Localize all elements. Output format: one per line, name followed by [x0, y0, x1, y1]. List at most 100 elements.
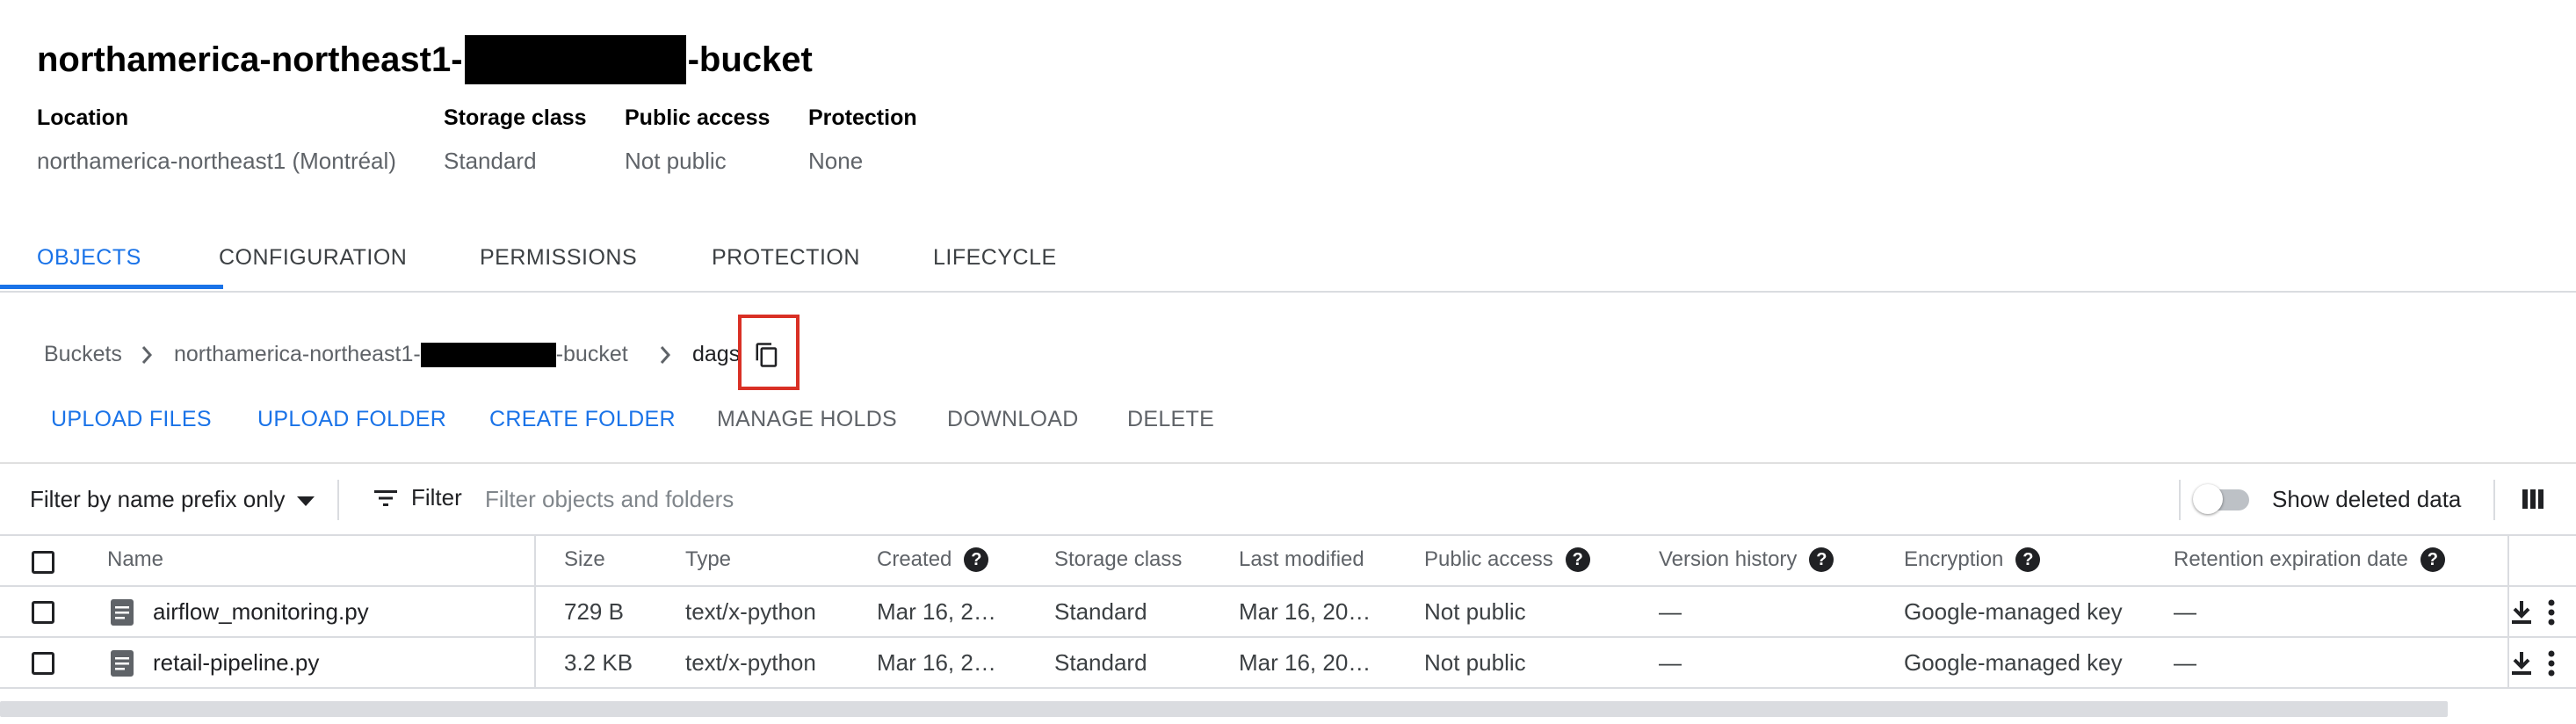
dropdown-arrow-icon	[297, 496, 315, 506]
storage-class-label: Storage class	[444, 105, 587, 130]
header-created[interactable]: Created ?	[877, 547, 989, 572]
actions-divider	[0, 462, 2576, 464]
file-icon	[111, 599, 134, 626]
bucket-title-prefix: northamerica-northeast1-	[37, 40, 463, 79]
filter-input[interactable]	[485, 482, 2154, 516]
header-storage-class[interactable]: Storage class	[1054, 547, 1182, 572]
breadcrumb-buckets[interactable]: Buckets	[44, 342, 122, 367]
select-all-checkbox[interactable]	[32, 551, 54, 574]
download-icon[interactable]	[2509, 650, 2534, 677]
name-column-divider	[534, 536, 536, 687]
row-divider	[0, 636, 2576, 638]
bucket-title-suffix: -bucket	[687, 40, 813, 79]
object-last-modified: Mar 16, 20…	[1239, 649, 1371, 676]
header-encryption[interactable]: Encryption ?	[1904, 547, 2041, 572]
filter-icon	[374, 489, 397, 506]
active-tab-indicator	[0, 285, 223, 289]
tab-objects[interactable]: OBJECTS	[37, 245, 141, 271]
object-created: Mar 16, 2…	[877, 649, 996, 676]
download-icon[interactable]	[2509, 599, 2534, 626]
header-version-history-label: Version history	[1659, 547, 1798, 571]
header-public-access-label: Public access	[1424, 547, 1553, 571]
protection-label: Protection	[808, 105, 917, 130]
tab-configuration[interactable]: CONFIGURATION	[219, 245, 407, 271]
more-options-icon[interactable]	[2546, 650, 2557, 677]
header-retention-label: Retention expiration date	[2174, 547, 2408, 571]
toggle-divider	[2179, 480, 2181, 520]
breadcrumb-bucket-prefix: northamerica-northeast1-	[174, 342, 421, 366]
object-size: 3.2 KB	[564, 649, 633, 676]
row-checkbox[interactable]	[32, 652, 54, 675]
breadcrumb-bucket-suffix: -bucket	[555, 342, 628, 366]
filter-mode-dropdown[interactable]: Filter by name prefix only	[30, 486, 315, 513]
object-storage-class: Standard	[1054, 598, 1147, 625]
help-icon[interactable]: ?	[1565, 547, 1590, 572]
header-public-access[interactable]: Public access ?	[1424, 547, 1590, 572]
breadcrumb-bucket[interactable]: northamerica-northeast1- -bucket	[174, 342, 628, 367]
upload-files-button[interactable]: UPLOAD FILES	[51, 407, 212, 432]
filter-divider	[337, 480, 339, 520]
show-deleted-label: Show deleted data	[2272, 486, 2462, 512]
manage-holds-button[interactable]: MANAGE HOLDS	[717, 407, 897, 432]
public-access-value: Not public	[625, 148, 727, 174]
header-created-label: Created	[877, 547, 952, 571]
header-size[interactable]: Size	[564, 547, 605, 572]
header-last-modified[interactable]: Last modified	[1239, 547, 1364, 572]
protection-value: None	[808, 148, 864, 174]
header-name[interactable]: Name	[107, 547, 163, 572]
show-deleted-toggle[interactable]	[2193, 484, 2251, 514]
help-icon[interactable]: ?	[2015, 547, 2041, 572]
upload-folder-button[interactable]: UPLOAD FOLDER	[257, 407, 446, 432]
header-version-history[interactable]: Version history ?	[1659, 547, 1834, 572]
object-public-access: Not public	[1424, 598, 1526, 625]
object-created: Mar 16, 2…	[877, 598, 996, 625]
object-name-link[interactable]: airflow_monitoring.py	[153, 598, 369, 626]
filter-mode-label: Filter by name prefix only	[30, 486, 286, 512]
storage-class-value: Standard	[444, 148, 537, 174]
help-icon[interactable]: ?	[2420, 547, 2445, 572]
copy-path-icon[interactable]	[754, 342, 780, 368]
object-name-link[interactable]: retail-pipeline.py	[153, 649, 319, 677]
filter-button-label: Filter	[411, 484, 462, 510]
more-options-icon[interactable]	[2546, 599, 2557, 626]
breadcrumb-current-folder: dags	[692, 342, 741, 366]
help-icon[interactable]: ?	[1809, 547, 1834, 572]
download-button[interactable]: DOWNLOAD	[947, 407, 1079, 432]
row-divider	[0, 687, 2576, 689]
horizontal-scrollbar[interactable]	[0, 701, 2448, 717]
toggle-thumb	[2193, 484, 2223, 514]
public-access-label: Public access	[625, 105, 771, 130]
object-encryption: Google-managed key	[1904, 649, 2123, 676]
chevron-right-icon	[660, 346, 671, 364]
object-type: text/x-python	[685, 598, 816, 625]
file-icon	[111, 650, 134, 677]
filter-button[interactable]: Filter	[373, 484, 462, 511]
object-encryption: Google-managed key	[1904, 598, 2123, 625]
object-public-access: Not public	[1424, 649, 1526, 676]
object-size: 729 B	[564, 598, 624, 625]
create-folder-button[interactable]: CREATE FOLDER	[489, 407, 676, 432]
header-bottom-border	[0, 585, 2576, 587]
header-type[interactable]: Type	[685, 547, 731, 572]
header-encryption-label: Encryption	[1904, 547, 2004, 571]
object-storage-class: Standard	[1054, 649, 1147, 676]
location-label: Location	[37, 105, 129, 130]
row-checkbox[interactable]	[32, 601, 54, 624]
tab-permissions[interactable]: PERMISSIONS	[480, 245, 637, 271]
header-retention-expiration[interactable]: Retention expiration date ?	[2174, 547, 2445, 572]
columns-divider	[2493, 480, 2495, 520]
object-type: text/x-python	[685, 649, 816, 676]
column-display-icon[interactable]	[2522, 488, 2544, 510]
tab-protection[interactable]: PROTECTION	[712, 245, 860, 271]
tabs-divider	[0, 291, 2576, 293]
bucket-title: northamerica-northeast1- -bucket	[37, 35, 813, 84]
object-last-modified: Mar 16, 20…	[1239, 598, 1371, 625]
object-version-history: —	[1659, 598, 1682, 625]
help-icon[interactable]: ?	[964, 547, 989, 572]
redacted-bucket-id	[464, 35, 686, 84]
chevron-right-icon	[141, 346, 153, 364]
object-retention: —	[2174, 598, 2196, 625]
delete-button[interactable]: DELETE	[1127, 407, 1214, 432]
location-value: northamerica-northeast1 (Montréal)	[37, 148, 396, 174]
tab-lifecycle[interactable]: LIFECYCLE	[933, 245, 1057, 271]
